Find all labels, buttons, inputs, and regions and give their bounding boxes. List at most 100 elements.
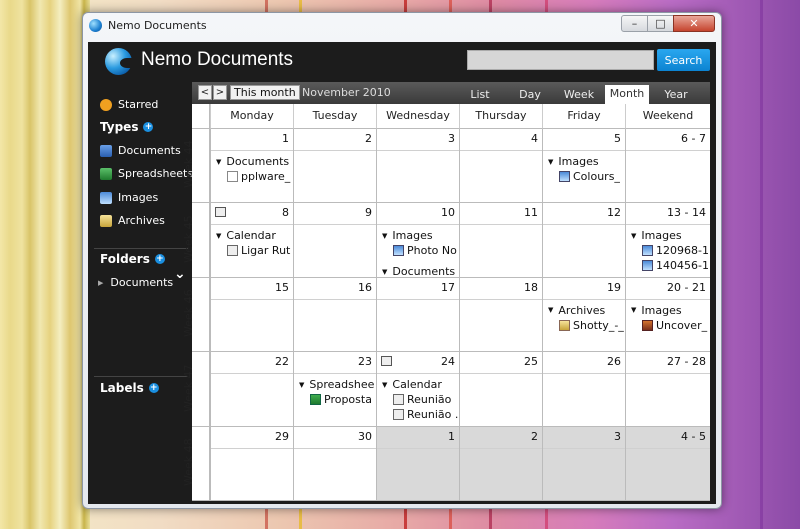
day-cell[interactable]: 20 - 21 ▼ Images Uncover_: [625, 277, 710, 353]
this-month-button[interactable]: This month: [230, 85, 300, 100]
sidebar-folder-documents[interactable]: ▶ Documents: [98, 276, 173, 289]
title-bar[interactable]: Nemo Documents – □ ✕: [83, 13, 721, 37]
event-group[interactable]: ▼ Images: [631, 304, 682, 317]
tab-list[interactable]: List: [460, 86, 500, 104]
day-cell[interactable]: 3: [376, 129, 459, 204]
day-cell[interactable]: 1 ▼ Documents pplware_: [210, 129, 293, 204]
types-heading: Types +: [100, 120, 154, 134]
event-group[interactable]: ▼ Documents: [216, 155, 289, 168]
day-cell[interactable]: 26: [542, 352, 625, 427]
day-cell[interactable]: 10 ▼ Images Photo No ▼ Documents: [376, 203, 459, 278]
maximize-button[interactable]: □: [647, 15, 674, 32]
file-item[interactable]: Ligar Rut: [227, 244, 290, 257]
event-group-title: Archives: [558, 303, 606, 317]
day-cell[interactable]: 24 ▼ Calendar Reunião Reunião .: [376, 352, 459, 427]
labels-heading: Labels +: [100, 381, 159, 395]
collapse-triangle-icon[interactable]: ▼: [548, 306, 553, 314]
file-item[interactable]: Reunião: [393, 393, 451, 406]
day-number: 27 - 28: [667, 355, 706, 369]
week-label[interactable]: Week 46: [182, 277, 210, 353]
event-group[interactable]: ▼ Spreadshee: [299, 378, 374, 391]
day-cell[interactable]: 18: [459, 277, 542, 353]
event-group[interactable]: ▼ Documents: [382, 265, 455, 276]
day-cell[interactable]: 11: [459, 203, 542, 278]
collapse-triangle-icon[interactable]: ▼: [548, 158, 553, 166]
tab-month[interactable]: Month: [605, 85, 649, 104]
file-item[interactable]: Reunião .: [393, 408, 458, 421]
file-item[interactable]: 140456-1: [642, 259, 709, 272]
file-item[interactable]: Photo No: [393, 244, 457, 257]
week-label[interactable]: Week 48: [182, 426, 210, 501]
tab-year[interactable]: Year: [654, 86, 698, 104]
day-cell[interactable]: 29: [210, 426, 293, 501]
event-group[interactable]: ▼ Archives: [548, 304, 605, 317]
day-cell[interactable]: 4: [459, 129, 542, 204]
week-label-text: Week 47: [182, 363, 195, 412]
day-cell[interactable]: 25: [459, 352, 542, 427]
file-item[interactable]: Uncover_: [642, 319, 707, 332]
day-cell[interactable]: 30: [293, 426, 376, 501]
close-button[interactable]: ✕: [673, 15, 715, 32]
day-cell[interactable]: 6 - 7: [625, 129, 710, 204]
tab-day[interactable]: Day: [510, 86, 550, 104]
sidebar-item-documents[interactable]: Documents: [100, 144, 181, 157]
sidebar-item-images[interactable]: Images: [100, 191, 158, 204]
window-controls: – □ ✕: [621, 15, 715, 32]
day-cell[interactable]: 12: [542, 203, 625, 278]
sidebar-item-archives[interactable]: Archives: [100, 214, 165, 227]
day-cell[interactable]: 1: [376, 426, 459, 501]
event-group[interactable]: ▼ Calendar: [216, 229, 276, 242]
day-cell[interactable]: 22: [210, 352, 293, 427]
day-cell[interactable]: 4 - 5: [625, 426, 710, 501]
day-cell[interactable]: 9: [293, 203, 376, 278]
day-cell[interactable]: 3: [542, 426, 625, 501]
day-cell[interactable]: 16: [293, 277, 376, 353]
day-cell[interactable]: 2: [293, 129, 376, 204]
day-cell[interactable]: 27 - 28: [625, 352, 710, 427]
app-window: Nemo Documents – □ ✕ Nemo Documents Sear…: [82, 12, 722, 509]
day-cell[interactable]: 13 - 14 ▼ Images 120968-1 140456-1: [625, 203, 710, 278]
day-cell[interactable]: 15: [210, 277, 293, 353]
search-button[interactable]: Search: [657, 49, 710, 71]
day-cell[interactable]: 19 ▼ Archives Shotty_-_: [542, 277, 625, 353]
event-group[interactable]: ▼ Images: [548, 155, 599, 168]
collapse-triangle-icon[interactable]: ▼: [382, 232, 387, 240]
file-item[interactable]: Colours_: [559, 170, 620, 183]
add-type-icon[interactable]: +: [143, 122, 154, 132]
collapse-triangle-icon[interactable]: ▼: [382, 268, 387, 276]
event-group[interactable]: ▼ Images: [382, 229, 433, 242]
day-cell[interactable]: 17: [376, 277, 459, 353]
day-cell[interactable]: 8 ▼ Calendar Ligar Rut: [210, 203, 293, 278]
sidebar-item-label: Documents: [118, 144, 181, 157]
collapse-triangle-icon[interactable]: ▼: [299, 381, 304, 389]
collapse-triangle-icon[interactable]: ▼: [382, 381, 387, 389]
day-cell[interactable]: 23 ▼ Spreadshee Proposta: [293, 352, 376, 427]
add-folder-icon[interactable]: +: [154, 254, 165, 264]
prev-month-button[interactable]: <: [198, 85, 212, 100]
sidebar-item-spreadsheets[interactable]: Spreadsheets: [100, 167, 193, 180]
day-cell[interactable]: 5 ▼ Images Colours_: [542, 129, 625, 204]
week-label[interactable]: Week 47: [182, 352, 210, 427]
week-label[interactable]: Week 45: [182, 203, 210, 278]
collapse-triangle-icon[interactable]: ▼: [631, 306, 636, 314]
event-group[interactable]: ▼ Images: [631, 229, 682, 242]
collapse-triangle-icon[interactable]: ▼: [216, 232, 221, 240]
file-item[interactable]: Proposta: [310, 393, 372, 406]
file-item[interactable]: 120968-1: [642, 244, 709, 257]
add-label-icon[interactable]: +: [148, 383, 159, 393]
next-month-button[interactable]: >: [213, 85, 227, 100]
week-label[interactable]: Week 44: [182, 129, 210, 204]
file-item[interactable]: Shotty_-_: [559, 319, 624, 332]
file-item[interactable]: pplware_: [227, 170, 290, 183]
day-number: 24: [441, 355, 455, 369]
collapse-triangle-icon[interactable]: ▼: [631, 232, 636, 240]
sidebar-item-starred[interactable]: Starred: [100, 98, 158, 111]
day-cell[interactable]: 2: [459, 426, 542, 501]
documents-icon: [100, 144, 112, 157]
sidebar-divider: [94, 376, 188, 377]
event-group[interactable]: ▼ Calendar: [382, 378, 442, 391]
collapse-triangle-icon[interactable]: ▼: [216, 158, 221, 166]
search-input[interactable]: [467, 50, 654, 70]
minimize-button[interactable]: –: [621, 15, 648, 32]
tab-week[interactable]: Week: [554, 86, 604, 104]
